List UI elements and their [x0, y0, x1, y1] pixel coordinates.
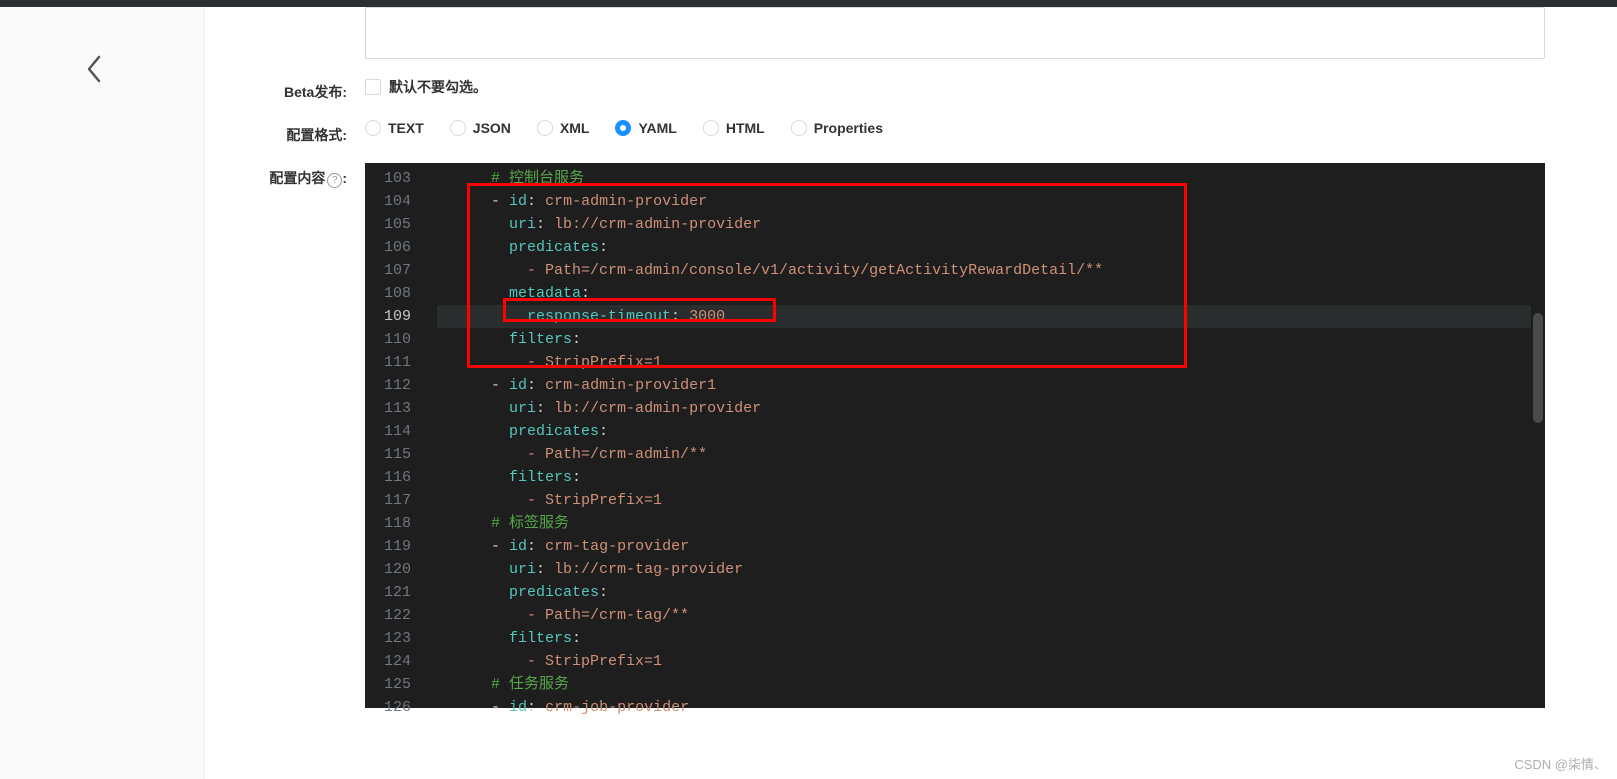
config-format-label: 配置格式:	[205, 120, 365, 145]
code-area[interactable]: # 控制台服务 - id: crm-admin-provider uri: lb…	[437, 163, 1545, 708]
code-line[interactable]: predicates:	[437, 420, 1545, 443]
code-line[interactable]: uri: lb://crm-tag-provider	[437, 558, 1545, 581]
radio-label: Properties	[814, 120, 883, 136]
code-line[interactable]: filters:	[437, 627, 1545, 650]
radio-label: YAML	[638, 120, 676, 136]
radio-label: XML	[560, 120, 590, 136]
radio-circle-icon[interactable]	[615, 120, 631, 136]
code-line[interactable]: predicates:	[437, 236, 1545, 259]
help-icon[interactable]: ?	[327, 173, 342, 188]
format-radio-json[interactable]: JSON	[450, 120, 511, 136]
left-sidebar	[0, 7, 205, 779]
format-radio-html[interactable]: HTML	[703, 120, 765, 136]
code-line[interactable]: - Path=/crm-admin/console/v1/activity/ge…	[437, 259, 1545, 282]
radio-label: HTML	[726, 120, 765, 136]
code-line[interactable]: # 标签服务	[437, 512, 1545, 535]
code-line[interactable]: uri: lb://crm-admin-provider	[437, 213, 1545, 236]
code-line[interactable]: - Path=/crm-admin/**	[437, 443, 1545, 466]
watermark: CSDN @柒情、	[1514, 754, 1607, 773]
fold-column	[421, 163, 437, 708]
top-bar	[0, 0, 1617, 7]
radio-circle-icon[interactable]	[791, 120, 807, 136]
code-line[interactable]: - StripPrefix=1	[437, 650, 1545, 673]
form-label-empty	[205, 7, 365, 12]
format-radio-group: TEXT JSON XML YAML HTML Properties	[365, 120, 883, 136]
radio-circle-icon[interactable]	[365, 120, 381, 136]
radio-circle-icon[interactable]	[537, 120, 553, 136]
code-line[interactable]: - id: crm-admin-provider	[437, 190, 1545, 213]
code-line[interactable]: # 控制台服务	[437, 167, 1545, 190]
code-line[interactable]: - id: crm-job-provider	[437, 696, 1545, 719]
code-line[interactable]: - id: crm-admin-provider1	[437, 374, 1545, 397]
config-content-label: 配置内容?:	[205, 163, 365, 188]
code-line[interactable]: - id: crm-tag-provider	[437, 535, 1545, 558]
code-line[interactable]: uri: lb://crm-admin-provider	[437, 397, 1545, 420]
code-line[interactable]: - StripPrefix=1	[437, 351, 1545, 374]
code-line[interactable]: metadata:	[437, 282, 1545, 305]
code-line[interactable]: - StripPrefix=1	[437, 489, 1545, 512]
back-chevron-icon[interactable]	[85, 55, 103, 90]
format-radio-properties[interactable]: Properties	[791, 120, 883, 136]
radio-circle-icon[interactable]	[703, 120, 719, 136]
format-radio-text[interactable]: TEXT	[365, 120, 424, 136]
code-line[interactable]: filters:	[437, 466, 1545, 489]
beta-publish-label: Beta发布:	[205, 77, 365, 102]
code-line[interactable]: # 任务服务	[437, 673, 1545, 696]
radio-label: JSON	[473, 120, 511, 136]
format-radio-xml[interactable]: XML	[537, 120, 590, 136]
line-number-gutter: 1031041051061071081091101111121131141151…	[365, 163, 421, 708]
code-line[interactable]: filters:	[437, 328, 1545, 351]
beta-publish-hint: 默认不要勾选。	[389, 77, 487, 97]
radio-circle-icon[interactable]	[450, 120, 466, 136]
code-line[interactable]: - Path=/crm-tag/**	[437, 604, 1545, 627]
beta-publish-checkbox[interactable]	[365, 79, 381, 95]
format-radio-yaml[interactable]: YAML	[615, 120, 676, 136]
radio-label: TEXT	[388, 120, 424, 136]
code-line[interactable]: response-timeout: 3000	[437, 305, 1545, 328]
code-editor[interactable]: 1031041051061071081091101111121131141151…	[365, 163, 1545, 708]
main-content: Beta发布: 默认不要勾选。 配置格式: TEXT JSON XML YAML HTM…	[205, 7, 1617, 779]
code-line[interactable]: predicates:	[437, 581, 1545, 604]
description-textarea[interactable]	[365, 7, 1545, 59]
